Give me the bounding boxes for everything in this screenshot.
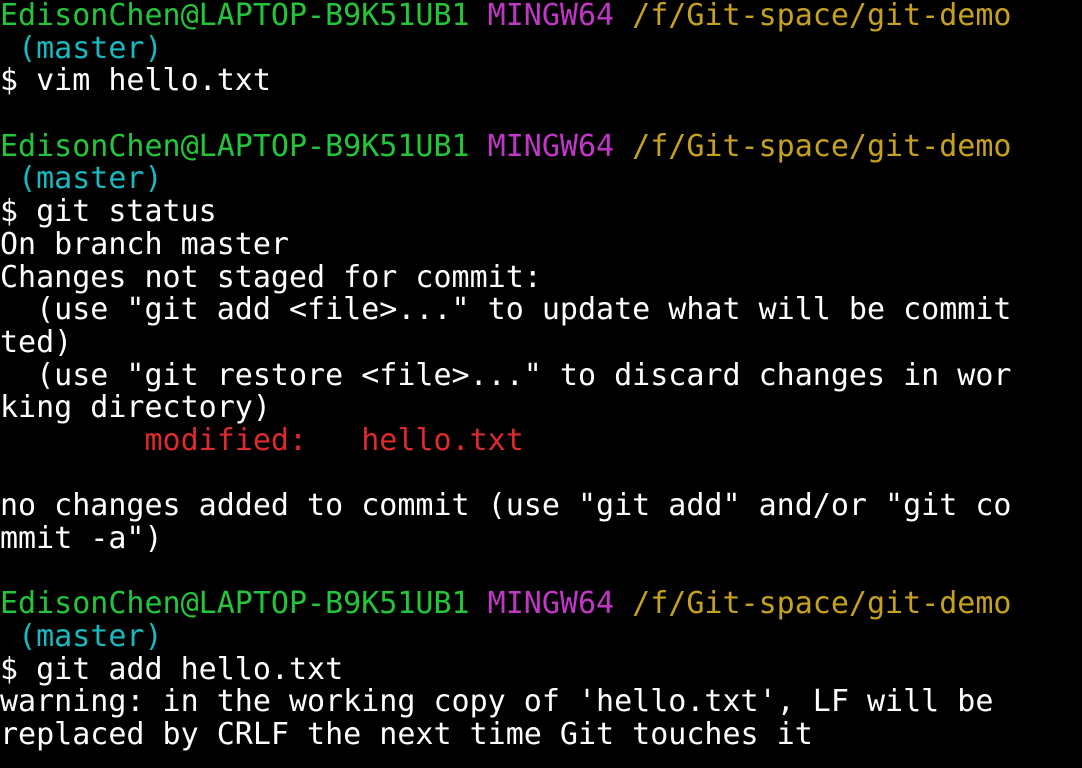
prompt-branch-line: (master) (0, 621, 1082, 654)
terminal-window[interactable]: EdisonChen@LAPTOP-B9K51UB1 MINGW64 /f/Gi… (0, 0, 1082, 768)
output-line: (use "git restore <file>..." to discard … (0, 359, 1012, 393)
modified-filename: hello.txt (361, 424, 524, 458)
prompt-path: /f/Git-space/git-demo (632, 0, 1012, 33)
prompt-path: /f/Git-space/git-demo (632, 130, 1012, 164)
output-line: replaced by CRLF the next time Git touch… (0, 719, 813, 752)
output-line: (use "git add <file>..." to update what … (0, 294, 1012, 327)
prompt-env: MINGW64 (487, 0, 615, 33)
output-line: warning: in the working copy of 'hello.t… (0, 686, 994, 720)
prompt-line: EdisonChen@LAPTOP-B9K51UB1 MINGW64 /f/Gi… (0, 131, 1082, 164)
prompt-user: EdisonChen@LAPTOP-B9K51UB1 (0, 130, 470, 164)
command-line: $ vim hello.txt (0, 65, 271, 99)
prompt-path: /f/Git-space/git-demo (632, 588, 1012, 622)
output-line: no changes added to commit (use "git add… (0, 490, 1012, 523)
prompt-branch: (master) (18, 163, 163, 197)
modified-label: modified: (144, 424, 308, 458)
prompt-user: EdisonChen@LAPTOP-B9K51UB1 (0, 588, 470, 622)
command-line: $ git add hello.txt (0, 653, 344, 687)
output-line: king directory) (0, 392, 271, 425)
prompt-env: MINGW64 (487, 588, 615, 622)
prompt-branch: (master) (18, 32, 163, 66)
prompt-user: EdisonChen@LAPTOP-B9K51UB1 (0, 0, 470, 33)
prompt-branch-line: (master) (0, 163, 1082, 196)
prompt-env: MINGW64 (487, 130, 615, 164)
output-line: On branch master (0, 228, 289, 262)
prompt-line: EdisonChen@LAPTOP-B9K51UB1 MINGW64 /f/Gi… (0, 588, 1082, 621)
prompt-line: EdisonChen@LAPTOP-B9K51UB1 MINGW64 /f/Gi… (0, 0, 1082, 33)
modified-file-line: modified: hello.txt (0, 425, 1082, 458)
command-line: $ git status (0, 196, 217, 229)
prompt-branch: (master) (18, 621, 163, 654)
output-line: ted) (0, 326, 73, 360)
output-line: mmit -a") (0, 523, 163, 556)
output-line: Changes not staged for commit: (0, 261, 542, 295)
prompt-branch-line: (master) (0, 33, 1082, 66)
